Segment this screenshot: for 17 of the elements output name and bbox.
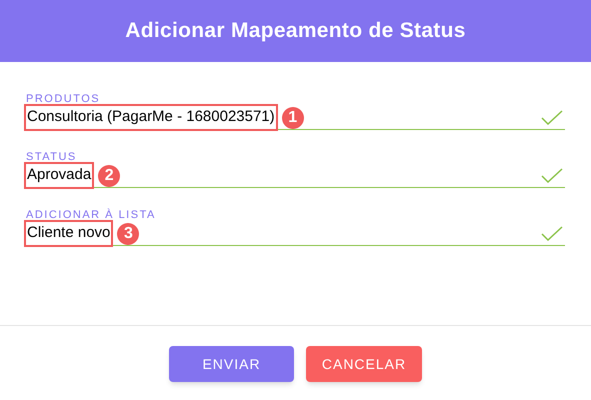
field-label: PRODUTOS bbox=[26, 93, 100, 106]
check-icon bbox=[541, 168, 563, 183]
field-value: Aprovada bbox=[26, 164, 92, 187]
step-badge: 3 bbox=[117, 222, 140, 244]
field-label: STATUS bbox=[26, 151, 77, 164]
field-value: Cliente novo bbox=[26, 222, 112, 245]
check-icon bbox=[541, 110, 563, 125]
field-label: ADICIONAR À LISTA bbox=[26, 209, 156, 222]
dialog-title: Adicionar Mapeamento de Status bbox=[125, 18, 466, 44]
select-field[interactable]: Consultoria (PagarMe - 1680023571) 1 bbox=[26, 106, 565, 130]
check-icon bbox=[541, 226, 563, 241]
step-badge: 2 bbox=[98, 164, 120, 186]
submit-button[interactable]: ENVIAR bbox=[169, 346, 294, 382]
select-field[interactable]: Cliente novo 3 bbox=[26, 222, 565, 246]
select-field[interactable]: Aprovada 2 bbox=[26, 164, 565, 188]
step-badge: 1 bbox=[282, 106, 304, 128]
field-value: Consultoria (PagarMe - 1680023571) bbox=[26, 106, 276, 129]
